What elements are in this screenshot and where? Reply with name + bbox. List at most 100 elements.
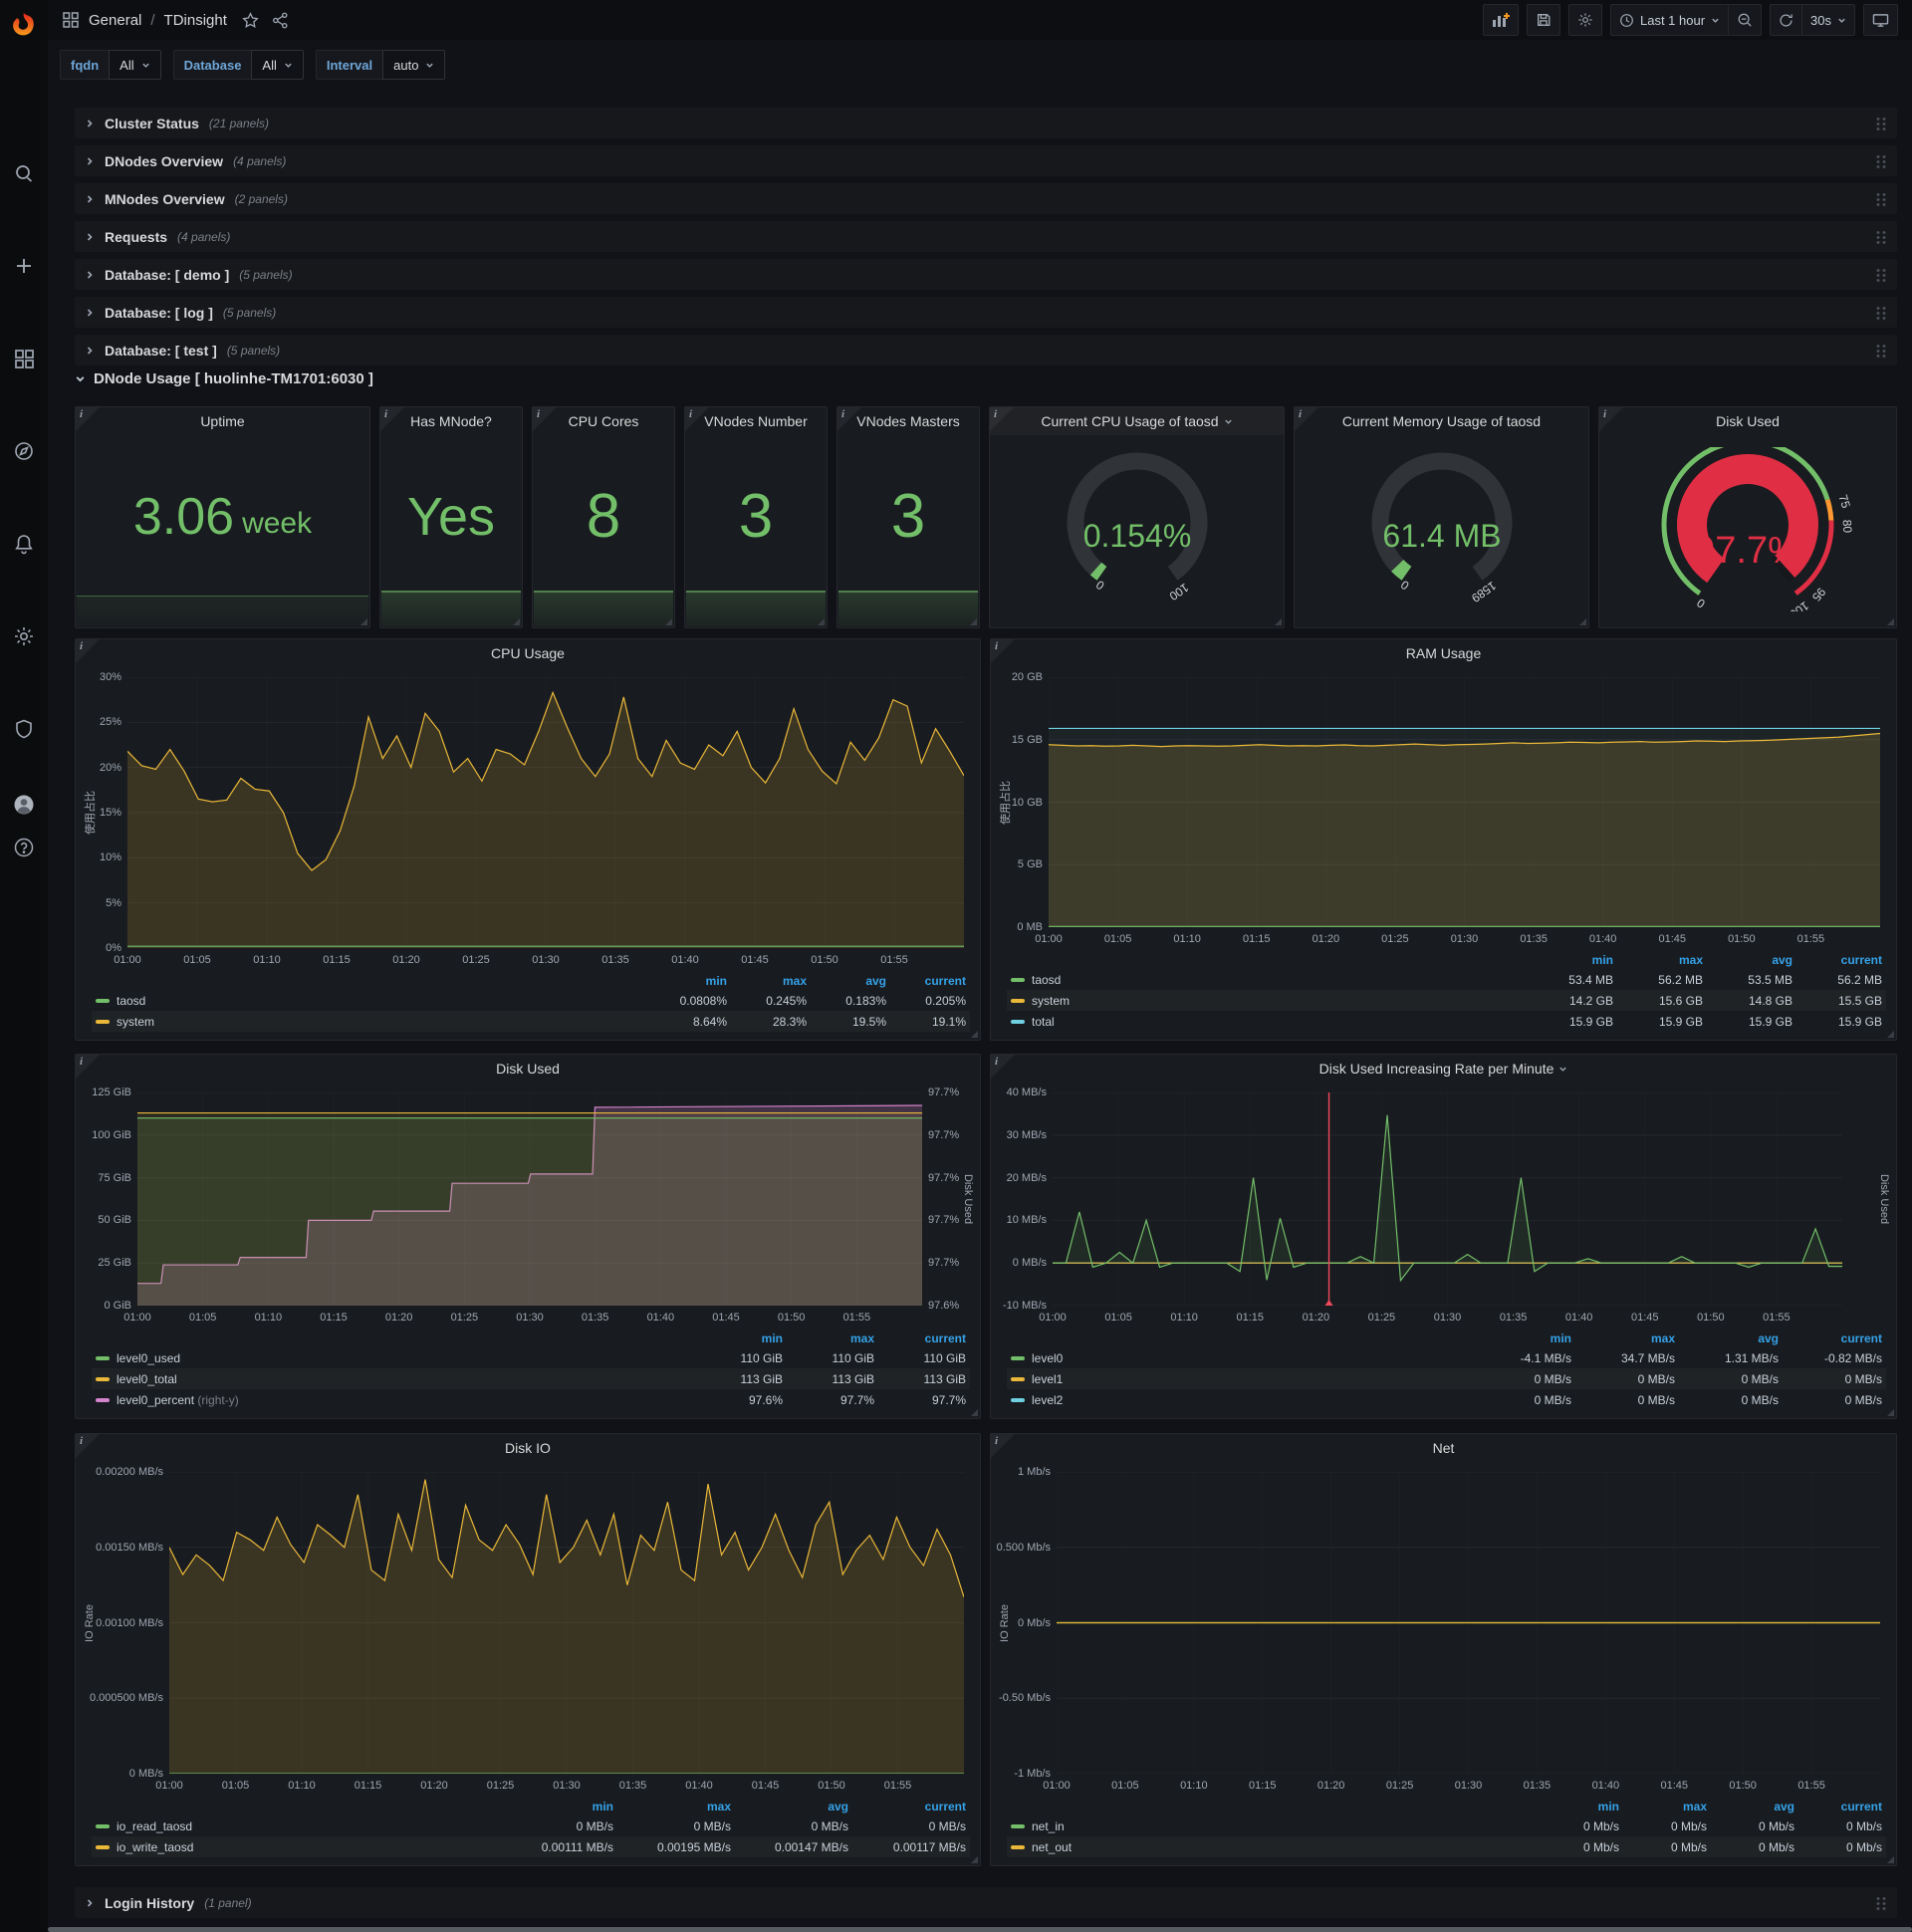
settings-icon[interactable] — [13, 625, 35, 647]
dashboard-settings-button[interactable] — [1567, 4, 1602, 36]
info-corner-icon[interactable]: i — [380, 407, 404, 431]
legend-col-current[interactable]: current — [1779, 1331, 1882, 1345]
drag-handle[interactable] — [1875, 229, 1887, 244]
legend-col-current[interactable]: current — [886, 974, 966, 988]
zoom-out-time-button[interactable] — [1729, 4, 1763, 36]
plot-area[interactable] — [127, 677, 964, 948]
info-corner-icon[interactable]: i — [991, 1055, 1015, 1079]
legend-series-level1[interactable]: level1 0 MB/s 0 MB/s 0 MB/s 0 MB/s — [1007, 1368, 1886, 1389]
row-login-history[interactable]: Login History (1 panel) — [75, 1887, 1897, 1918]
info-corner-icon[interactable]: i — [76, 639, 100, 663]
legend-col-min[interactable]: min — [1532, 1800, 1619, 1813]
grafana-logo[interactable] — [11, 12, 37, 38]
panel-title[interactable]: CPU Usage — [76, 639, 980, 667]
row-database-test-[interactable]: Database: [ test ] (5 panels) — [75, 335, 1897, 365]
alerting-icon[interactable] — [13, 533, 35, 555]
legend-series-taosd[interactable]: taosd 53.4 MB 56.2 MB 53.5 MB 56.2 MB — [1007, 969, 1886, 990]
drag-handle[interactable] — [1875, 116, 1887, 130]
legend-series-level0[interactable]: level0 -4.1 MB/s 34.7 MB/s 1.31 MB/s -0.82 M… — [1007, 1347, 1886, 1368]
legend-col-max[interactable]: max — [727, 974, 807, 988]
legend-col-min[interactable]: min — [1468, 1331, 1571, 1345]
drag-handle[interactable] — [1875, 191, 1887, 206]
plus-icon[interactable] — [13, 255, 35, 277]
row-dnode-usage[interactable]: DNode Usage [ huolinhe-TM1701:6030 ] — [75, 370, 373, 387]
legend-col-avg[interactable]: avg — [731, 1800, 848, 1813]
cycle-view-mode-button[interactable] — [1863, 4, 1898, 36]
row-cluster-status[interactable]: Cluster Status (21 panels) — [75, 108, 1897, 138]
row-database-log-[interactable]: Database: [ log ] (5 panels) — [75, 297, 1897, 328]
legend-col-max[interactable]: max — [783, 1331, 874, 1345]
add-panel-button[interactable] — [1482, 4, 1519, 36]
legend-series-system[interactable]: system 8.64% 28.3% 19.5% 19.1% — [92, 1011, 970, 1032]
save-dashboard-button[interactable] — [1526, 4, 1560, 36]
legend-col-min[interactable]: min — [647, 974, 727, 988]
info-corner-icon[interactable]: i — [837, 407, 861, 431]
row-database-demo-[interactable]: Database: [ demo ] (5 panels) — [75, 259, 1897, 290]
legend-series-io_read_taosd[interactable]: io_read_taosd 0 MB/s 0 MB/s 0 MB/s 0 MB/s — [92, 1815, 970, 1836]
info-corner-icon[interactable]: i — [990, 407, 1014, 431]
legend-col-max[interactable]: max — [613, 1800, 731, 1813]
info-corner-icon[interactable]: i — [991, 639, 1015, 663]
explore-icon[interactable] — [13, 440, 35, 462]
legend-col-max[interactable]: max — [1619, 1800, 1707, 1813]
legend-col-avg[interactable]: avg — [1703, 953, 1792, 967]
plot-area[interactable] — [1053, 1092, 1842, 1306]
row-requests[interactable]: Requests (4 panels) — [75, 221, 1897, 252]
legend-series-level0_percent[interactable]: level0_percent (right-y) 97.6% 97.7% 97.7% — [92, 1389, 970, 1410]
legend-col-current[interactable]: current — [848, 1800, 966, 1813]
scrollbar[interactable] — [48, 1927, 1912, 1932]
legend-series-total[interactable]: total 15.9 GB 15.9 GB 15.9 GB 15.9 GB — [1007, 1011, 1886, 1032]
legend-col-min[interactable]: min — [496, 1800, 613, 1813]
drag-handle[interactable] — [1875, 1895, 1887, 1910]
star-icon[interactable] — [242, 11, 259, 29]
avatar[interactable] — [13, 794, 35, 816]
legend-col-max[interactable]: max — [1613, 953, 1703, 967]
info-corner-icon[interactable]: i — [76, 1055, 100, 1079]
panel-title[interactable]: Current Memory Usage of taosd — [1295, 407, 1588, 435]
legend-col-avg[interactable]: avg — [807, 974, 886, 988]
drag-handle[interactable] — [1875, 267, 1887, 282]
legend-col-max[interactable]: max — [1571, 1331, 1675, 1345]
legend-col-min[interactable]: min — [691, 1331, 783, 1345]
info-corner-icon[interactable]: i — [533, 407, 557, 431]
legend-series-taosd[interactable]: taosd 0.0808% 0.245% 0.183% 0.205% — [92, 990, 970, 1011]
legend-col-current[interactable]: current — [874, 1331, 966, 1345]
plot-area[interactable] — [1057, 1472, 1880, 1774]
dashboards-icon[interactable] — [13, 348, 35, 369]
plot-area[interactable] — [169, 1472, 964, 1774]
drag-handle[interactable] — [1875, 153, 1887, 168]
refresh-interval-picker[interactable]: 30s — [1802, 4, 1855, 36]
drag-handle[interactable] — [1875, 305, 1887, 320]
legend-series-level2[interactable]: level2 0 MB/s 0 MB/s 0 MB/s 0 MB/s — [1007, 1389, 1886, 1410]
legend-series-level0_total[interactable]: level0_total 113 GiB 113 GiB 113 GiB — [92, 1368, 970, 1389]
panel-title[interactable]: Disk Used Increasing Rate per Minute — [991, 1055, 1896, 1083]
refresh-button[interactable] — [1770, 4, 1803, 36]
panel-title[interactable]: Disk IO — [76, 1434, 980, 1462]
legend-col-current[interactable]: current — [1794, 1800, 1882, 1813]
breadcrumb-section[interactable]: General — [89, 12, 141, 29]
variable-database-value[interactable]: All — [251, 50, 304, 80]
variable-fqdn-value[interactable]: All — [109, 50, 161, 80]
panel-title[interactable]: Disk Used — [1599, 407, 1896, 435]
row-mnodes-overview[interactable]: MNodes Overview (2 panels) — [75, 183, 1897, 214]
panel-title[interactable]: Net — [991, 1434, 1896, 1462]
time-range-picker[interactable]: Last 1 hour — [1609, 4, 1730, 36]
plot-area[interactable] — [1049, 677, 1880, 927]
legend-series-net_out[interactable]: net_out 0 Mb/s 0 Mb/s 0 Mb/s 0 Mb/s — [1007, 1836, 1886, 1857]
legend-col-min[interactable]: min — [1524, 953, 1613, 967]
legend-series-io_write_taosd[interactable]: io_write_taosd 0.00111 MB/s 0.00195 MB/s 0.… — [92, 1836, 970, 1857]
info-corner-icon[interactable]: i — [1295, 407, 1318, 431]
panel-title[interactable]: Disk Used — [76, 1055, 980, 1083]
breadcrumb-page[interactable]: TDinsight — [164, 12, 227, 29]
shield-icon[interactable] — [13, 718, 35, 740]
legend-col-avg[interactable]: avg — [1707, 1800, 1794, 1813]
info-corner-icon[interactable]: i — [1599, 407, 1623, 431]
legend-series-system[interactable]: system 14.2 GB 15.6 GB 14.8 GB 15.5 GB — [1007, 990, 1886, 1011]
search-icon[interactable] — [13, 162, 35, 184]
legend-col-avg[interactable]: avg — [1675, 1331, 1779, 1345]
info-corner-icon[interactable]: i — [685, 407, 709, 431]
info-corner-icon[interactable]: i — [76, 407, 100, 431]
help-icon[interactable] — [13, 837, 35, 858]
variable-interval-value[interactable]: auto — [382, 50, 446, 80]
panel-title[interactable]: RAM Usage — [991, 639, 1896, 667]
